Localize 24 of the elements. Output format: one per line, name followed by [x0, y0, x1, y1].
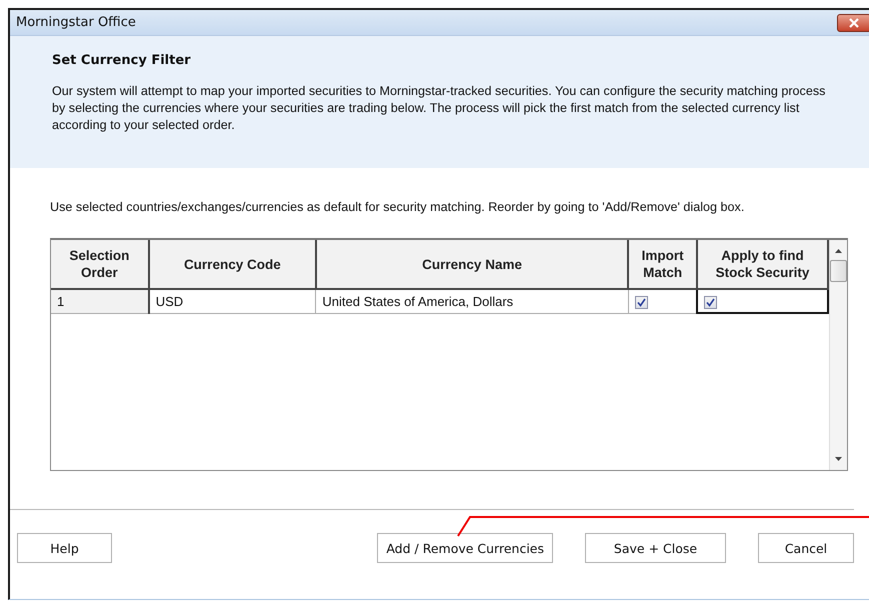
close-icon — [847, 18, 861, 28]
dialog-button[interactable]: Save + Close — [585, 533, 726, 563]
table-cell: 1 — [51, 289, 149, 313]
column-header[interactable]: Apply to find Stock Security — [696, 240, 828, 289]
scrollbar[interactable] — [829, 240, 847, 470]
checkbox[interactable] — [634, 296, 648, 309]
window-title: Morningstar Office — [15, 15, 136, 30]
table-cell: United States of America, Dollars — [316, 289, 628, 313]
close-button[interactable] — [837, 14, 869, 32]
checkbox[interactable] — [704, 296, 717, 309]
section-title: Set Currency Filter — [52, 53, 191, 68]
dialog-button[interactable]: Add / Remove Currencies — [377, 533, 553, 563]
dialog-button[interactable]: Cancel — [758, 533, 854, 563]
column-header[interactable]: Selection Order — [51, 240, 149, 289]
dialog-button[interactable]: Help — [17, 533, 112, 563]
scroll-thumb[interactable] — [830, 260, 847, 282]
scroll-up-icon[interactable] — [834, 248, 843, 253]
column-header[interactable]: Currency Name — [316, 240, 628, 289]
description-text: Our system will attempt to map your imported securities to Morningstar-tracked securities. You can configure the security matching process by selecting the currencies where your securities are trading below. The process will pick the first match from the selected currency list according to your selected order. — [52, 83, 826, 134]
table-cell: USD — [148, 289, 316, 313]
scroll-down-icon[interactable] — [834, 457, 843, 462]
instruction-text: Use selected countries/exchanges/currencies as default for security matching. Reorder by going to 'Add/Remove' dialog box. — [50, 200, 744, 214]
column-header[interactable]: Currency Code — [148, 240, 316, 289]
column-header[interactable]: Import Match — [628, 240, 697, 289]
